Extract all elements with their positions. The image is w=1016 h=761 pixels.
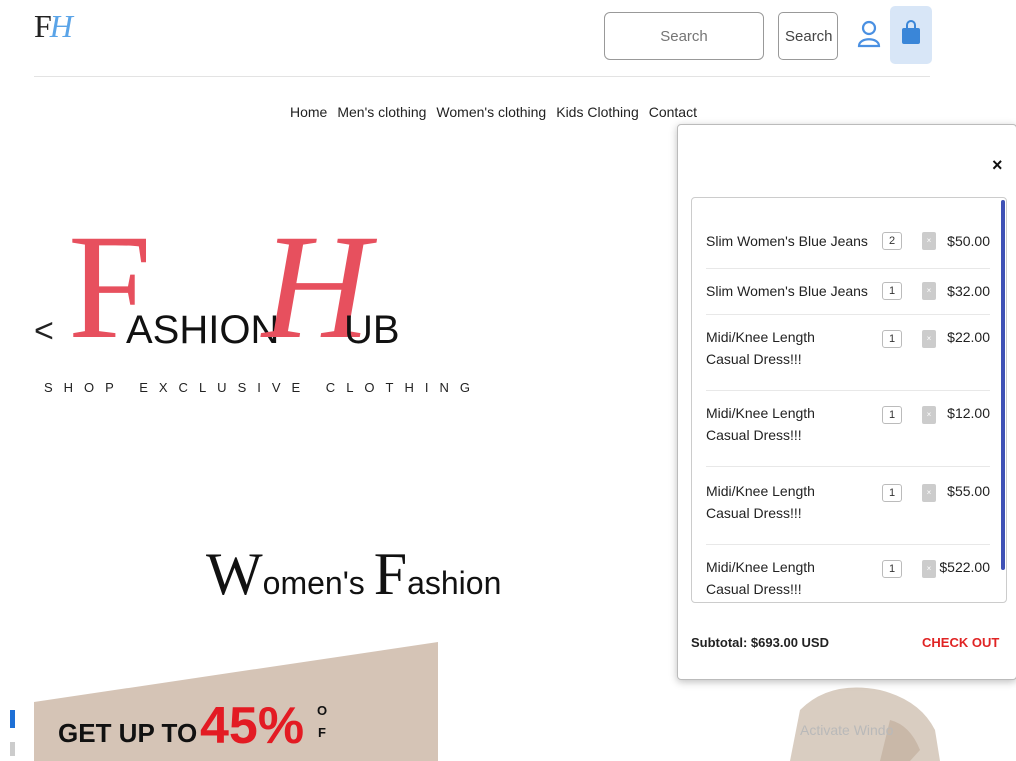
user-icon[interactable] (857, 20, 881, 48)
cart-item-name: Midi/Knee Length Casual Dress!!! (706, 559, 815, 597)
brand-word-ashion: ASHION (126, 308, 280, 352)
cart-item-qty[interactable]: 1 (882, 330, 902, 348)
cart-item: Midi/Knee Length Casual Dress!!! 1 × $52… (706, 556, 990, 602)
cart-item-remove-button[interactable]: × (922, 282, 936, 300)
cart-item-qty[interactable]: 1 (882, 282, 902, 300)
promo-side-letter: O (316, 703, 328, 718)
cart-subtotal: Subtotal: $693.00 USD (691, 635, 829, 650)
cart-item: Slim Women's Blue Jeans 2 × $50.00 (706, 230, 990, 269)
nav-item-home[interactable]: Home (290, 104, 327, 120)
promo-text: GET UP TO (58, 718, 198, 748)
nav-item-kids-clothing[interactable]: Kids Clothing (556, 104, 639, 120)
carousel-indicator-active[interactable] (10, 710, 15, 728)
cart-item-name: Slim Women's Blue Jeans (706, 233, 868, 249)
shopping-bag-icon (902, 20, 920, 44)
nav-item-contact[interactable]: Contact (649, 104, 697, 120)
promo-side-text: O F (314, 700, 330, 744)
cart-item-price: $12.00 (947, 405, 990, 421)
brand-word-ub: UB (344, 308, 400, 352)
search-input[interactable] (604, 12, 764, 60)
promo-percent: 45% (200, 697, 305, 755)
brand-tagline: SHOP EXCLUSIVE CLOTHING (44, 380, 481, 395)
title-ashion: ashion (407, 565, 502, 601)
cart-item-remove-button[interactable]: × (922, 232, 936, 250)
section-title: Women's Fashion (206, 540, 501, 609)
cart-item-name: Slim Women's Blue Jeans (706, 283, 868, 299)
title-f: F (373, 541, 408, 607)
main-nav: Home Men's clothing Women's clothing Kid… (290, 104, 697, 120)
cart-item-price: $522.00 (939, 559, 990, 575)
carousel-indicator[interactable] (10, 742, 15, 756)
cart-item-price: $22.00 (947, 329, 990, 345)
title-w: W (206, 541, 263, 607)
promo-side-letter: F (318, 725, 326, 740)
cart-panel: × Slim Women's Blue Jeans 2 × $50.00 Sli… (677, 124, 1016, 680)
cart-button[interactable] (890, 6, 932, 64)
site-logo[interactable]: FH (34, 6, 73, 46)
cart-item: Midi/Knee Length Casual Dress!!! 1 × $55… (706, 480, 990, 545)
cart-item: Midi/Knee Length Casual Dress!!! 1 × $22… (706, 326, 990, 391)
close-cart-icon[interactable]: × (992, 155, 1003, 176)
cart-item-qty[interactable]: 1 (882, 406, 902, 424)
cart-item-list[interactable]: Slim Women's Blue Jeans 2 × $50.00 Slim … (691, 197, 1007, 603)
title-omen: omen's (262, 565, 374, 601)
cart-item-price: $50.00 (947, 233, 990, 249)
cart-item: Midi/Knee Length Casual Dress!!! 1 × $12… (706, 402, 990, 467)
checkout-button[interactable]: CHECK OUT (922, 635, 999, 650)
cart-item-qty[interactable]: 1 (882, 484, 902, 502)
cart-item-remove-button[interactable]: × (922, 484, 936, 502)
os-watermark: Activate Windo (800, 722, 894, 738)
logo-f: F (34, 8, 52, 44)
nav-item-womens-clothing[interactable]: Women's clothing (436, 104, 546, 120)
cart-item-price: $32.00 (947, 283, 990, 299)
cart-item-price: $55.00 (947, 483, 990, 499)
cart-item-qty[interactable]: 2 (882, 232, 902, 250)
carousel-prev-arrow[interactable]: < (34, 312, 54, 351)
cart-item: Slim Women's Blue Jeans 1 × $32.00 (706, 280, 990, 315)
cart-item-name: Midi/Knee Length Casual Dress!!! (706, 405, 815, 443)
logo-h: H (49, 8, 73, 44)
cart-item-remove-button[interactable]: × (922, 406, 936, 424)
header-divider (34, 76, 930, 77)
nav-item-mens-clothing[interactable]: Men's clothing (337, 104, 426, 120)
model-image (790, 687, 940, 761)
cart-item-remove-button[interactable]: × (922, 330, 936, 348)
cart-scrollbar[interactable] (1001, 200, 1005, 570)
cart-item-qty[interactable]: 1 (882, 560, 902, 578)
cart-item-name: Midi/Knee Length Casual Dress!!! (706, 329, 815, 367)
search-button[interactable]: Search (778, 12, 838, 60)
cart-item-remove-button[interactable]: × (922, 560, 936, 578)
cart-item-name: Midi/Knee Length Casual Dress!!! (706, 483, 815, 521)
